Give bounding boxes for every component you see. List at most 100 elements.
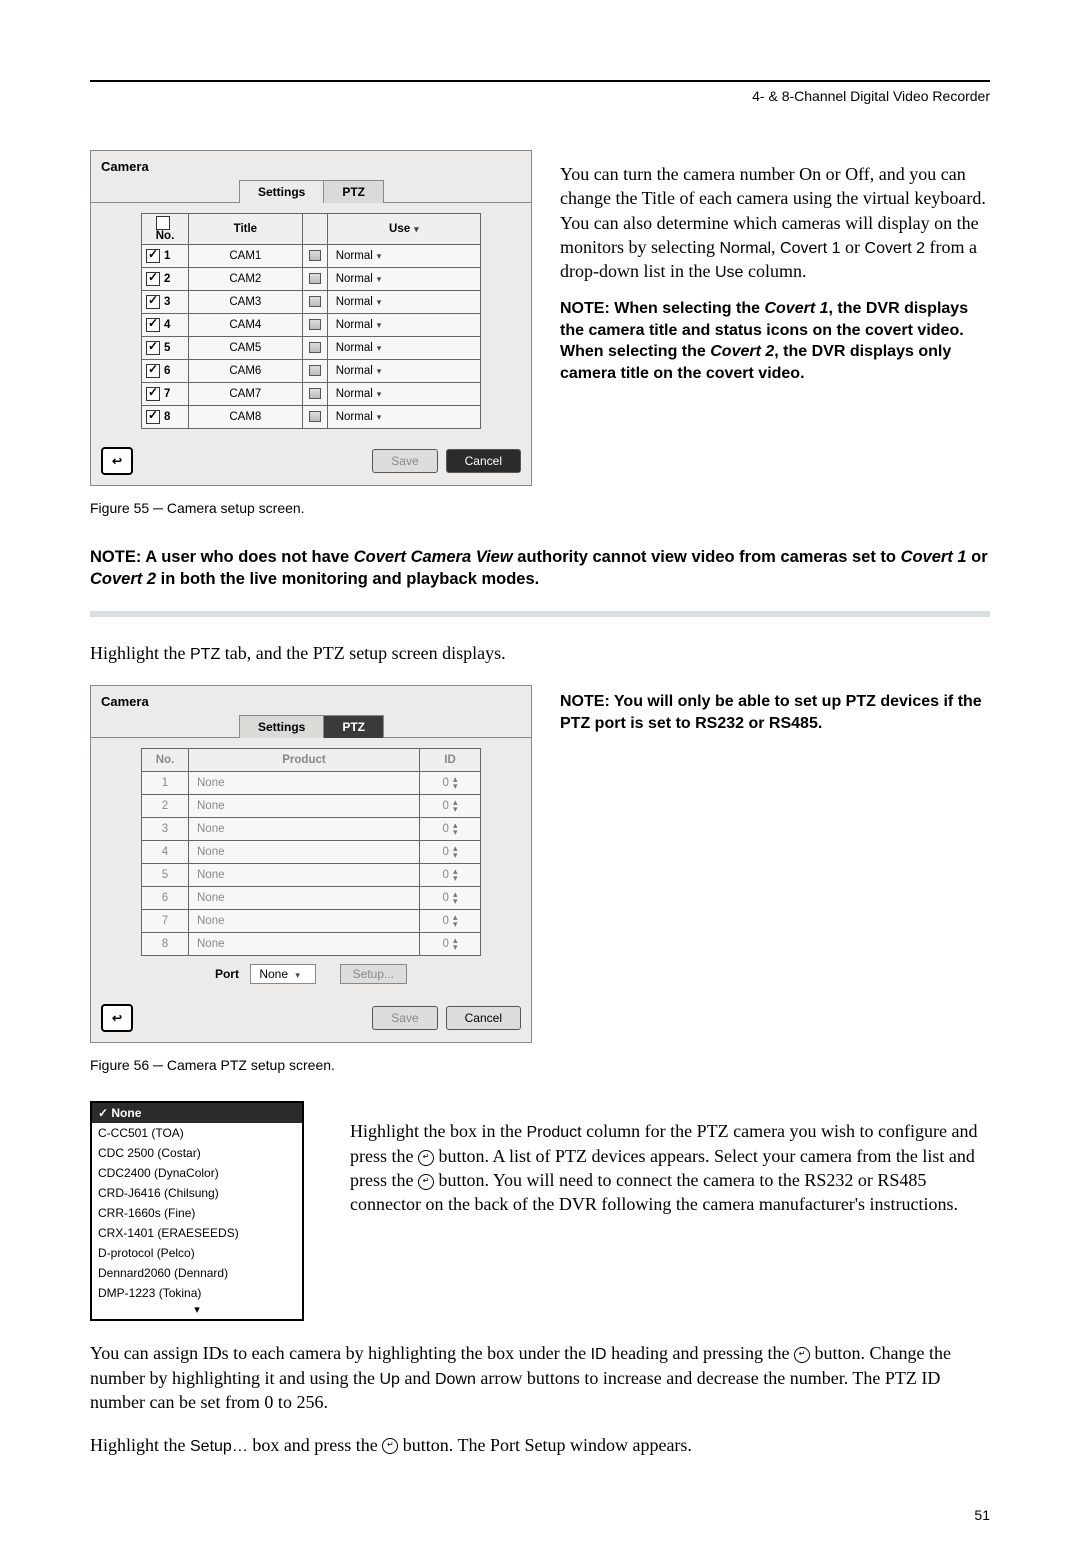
enter-icon: ↵ [418, 1150, 434, 1166]
row-product[interactable]: None [189, 795, 420, 818]
dialog-title: Camera [91, 151, 531, 174]
back-button[interactable]: ↩ [101, 447, 133, 475]
row-id[interactable]: 0▴▾ [420, 841, 481, 864]
list-item[interactable]: CDC 2500 (Costar) [92, 1143, 302, 1163]
camera-settings-description: You can turn the camera number On or Off… [560, 162, 990, 284]
row-product[interactable]: None [189, 818, 420, 841]
row-id[interactable]: 0▴▾ [420, 795, 481, 818]
list-item[interactable]: CRD-J6416 (Chilsung) [92, 1183, 302, 1203]
list-item[interactable]: DMP-1223 (Tokina) [92, 1283, 302, 1303]
row-title[interactable]: CAM8 [189, 406, 303, 429]
col-product: Product [189, 749, 420, 772]
camera-settings-table: No. Title Use▾ 1CAM1Normal▾2CAM2Normal▾3… [141, 213, 481, 429]
row-checkbox[interactable]: 8 [142, 406, 189, 429]
tab-settings[interactable]: Settings [239, 180, 324, 203]
back-button[interactable]: ↩ [101, 1004, 133, 1032]
list-item-selected[interactable]: ✓ None [92, 1103, 302, 1123]
camera-ptz-dialog: Camera Settings PTZ No. Product ID 1None… [90, 685, 532, 1043]
port-select[interactable]: None ▾ [250, 964, 316, 984]
row-id[interactable]: 0▴▾ [420, 864, 481, 887]
checkbox-icon[interactable] [146, 410, 160, 424]
check-all-icon[interactable] [156, 216, 170, 230]
row-product[interactable]: None [189, 910, 420, 933]
row-checkbox[interactable]: 2 [142, 268, 189, 291]
keyboard-icon[interactable] [302, 245, 327, 268]
table-row: 2None0▴▾ [142, 795, 481, 818]
row-no: 1 [142, 772, 189, 795]
col-no[interactable]: No. [142, 214, 189, 245]
tab-settings[interactable]: Settings [239, 715, 324, 738]
save-button[interactable]: Save [372, 1006, 437, 1030]
checkbox-icon[interactable] [146, 387, 160, 401]
table-row: 4CAM4 Normal▾ [142, 314, 481, 337]
ptz-product-list[interactable]: ✓ None C-CC501 (TOA)CDC 2500 (Costar)CDC… [90, 1101, 304, 1321]
keyboard-icon[interactable] [302, 268, 327, 291]
row-checkbox[interactable]: 3 [142, 291, 189, 314]
keyboard-icon[interactable] [302, 314, 327, 337]
row-title[interactable]: CAM2 [189, 268, 303, 291]
tab-ptz[interactable]: PTZ [323, 715, 384, 738]
row-use[interactable]: Normal▾ [327, 268, 480, 291]
row-use[interactable]: Normal▾ [327, 314, 480, 337]
keyboard-icon[interactable] [302, 406, 327, 429]
row-title[interactable]: CAM5 [189, 337, 303, 360]
row-title[interactable]: CAM4 [189, 314, 303, 337]
row-use[interactable]: Normal▾ [327, 406, 480, 429]
row-title[interactable]: CAM1 [189, 245, 303, 268]
cancel-button[interactable]: Cancel [446, 449, 521, 473]
list-item[interactable]: CRR-1660s (Fine) [92, 1203, 302, 1223]
back-icon: ↩ [112, 454, 122, 468]
list-item[interactable]: CRX-1401 (ERAESEEDS) [92, 1223, 302, 1243]
list-item[interactable]: D-protocol (Pelco) [92, 1243, 302, 1263]
checkbox-icon[interactable] [146, 341, 160, 355]
keyboard-icon[interactable] [302, 291, 327, 314]
row-checkbox[interactable]: 4 [142, 314, 189, 337]
row-use[interactable]: Normal▾ [327, 383, 480, 406]
row-product[interactable]: None [189, 864, 420, 887]
back-icon: ↩ [112, 1011, 122, 1025]
row-title[interactable]: CAM7 [189, 383, 303, 406]
row-product[interactable]: None [189, 772, 420, 795]
row-use[interactable]: Normal▾ [327, 360, 480, 383]
checkbox-icon[interactable] [146, 364, 160, 378]
list-item[interactable]: CDC2400 (DynaColor) [92, 1163, 302, 1183]
row-title[interactable]: CAM6 [189, 360, 303, 383]
col-no: No. [142, 749, 189, 772]
ptz-table: No. Product ID 1None0▴▾2None0▴▾3None0▴▾4… [141, 748, 481, 956]
chevron-down-icon: ▾ [291, 970, 300, 980]
row-use[interactable]: Normal▾ [327, 291, 480, 314]
keyboard-icon[interactable] [302, 360, 327, 383]
row-product[interactable]: None [189, 933, 420, 956]
page-number: 51 [90, 1507, 990, 1523]
list-more-icon[interactable]: ▾ [92, 1303, 302, 1319]
setup-button[interactable]: Setup... [340, 964, 407, 984]
list-item[interactable]: C-CC501 (TOA) [92, 1123, 302, 1143]
tab-ptz[interactable]: PTZ [323, 180, 384, 203]
checkbox-icon[interactable] [146, 318, 160, 332]
row-use[interactable]: Normal▾ [327, 337, 480, 360]
keyboard-icon[interactable] [302, 337, 327, 360]
keyboard-icon[interactable] [302, 383, 327, 406]
row-checkbox[interactable]: 5 [142, 337, 189, 360]
row-id[interactable]: 0▴▾ [420, 772, 481, 795]
row-id[interactable]: 0▴▾ [420, 933, 481, 956]
row-title[interactable]: CAM3 [189, 291, 303, 314]
row-id[interactable]: 0▴▾ [420, 910, 481, 933]
row-no: 8 [142, 933, 189, 956]
row-checkbox[interactable]: 7 [142, 383, 189, 406]
row-use[interactable]: Normal▾ [327, 245, 480, 268]
save-button[interactable]: Save [372, 449, 437, 473]
ptz-id-paragraph: You can assign IDs to each camera by hig… [90, 1341, 990, 1414]
checkbox-icon[interactable] [146, 272, 160, 286]
cancel-button[interactable]: Cancel [446, 1006, 521, 1030]
list-item[interactable]: Dennard2060 (Dennard) [92, 1263, 302, 1283]
row-product[interactable]: None [189, 887, 420, 910]
row-product[interactable]: None [189, 841, 420, 864]
col-use[interactable]: Use▾ [327, 214, 480, 245]
row-checkbox[interactable]: 6 [142, 360, 189, 383]
row-id[interactable]: 0▴▾ [420, 818, 481, 841]
checkbox-icon[interactable] [146, 295, 160, 309]
row-id[interactable]: 0▴▾ [420, 887, 481, 910]
checkbox-icon[interactable] [146, 249, 160, 263]
row-checkbox[interactable]: 1 [142, 245, 189, 268]
